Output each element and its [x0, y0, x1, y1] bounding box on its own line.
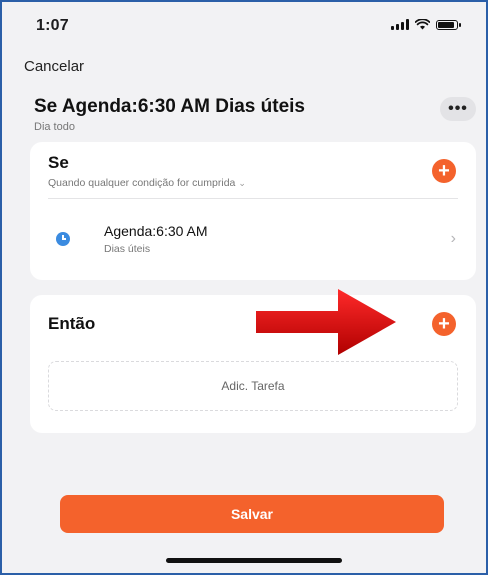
chevron-down-icon: ⌄	[238, 178, 246, 188]
if-section-title: Se	[48, 153, 69, 172]
clock-icon	[56, 232, 70, 246]
add-action-button[interactable]: +	[432, 312, 456, 336]
page-subtitle: Dia todo	[34, 121, 75, 133]
page-title: Se Agenda:6:30 AM Dias úteis	[34, 96, 306, 117]
schedule-subtitle: Dias úteis	[104, 243, 151, 255]
signal-icon	[391, 19, 409, 30]
add-condition-button[interactable]: +	[432, 159, 456, 183]
add-task-button[interactable]: Adic. Tarefa	[48, 361, 458, 411]
if-card: Se Quando qualquer condição for cumprida…	[30, 142, 476, 280]
then-card: Então + Adic. Tarefa	[30, 295, 476, 433]
status-bar: 1:07	[2, 2, 486, 46]
status-icons	[391, 19, 461, 30]
home-indicator	[166, 558, 342, 563]
wifi-icon	[415, 19, 430, 30]
cancel-button[interactable]: Cancelar	[24, 58, 84, 75]
more-options-button[interactable]: •••	[440, 97, 476, 121]
chevron-right-icon: ›	[450, 230, 456, 247]
battery-icon	[436, 19, 461, 30]
divider	[48, 198, 458, 199]
phone-screen: 1:07 Cancelar Se Agenda:6:30 AM Dias úte…	[0, 0, 488, 575]
condition-label: Quando qualquer condição for cumprida	[48, 177, 236, 189]
condition-selector[interactable]: Quando qualquer condição for cumprida ⌄	[48, 177, 246, 189]
red-arrow-icon	[256, 289, 396, 355]
then-section-title: Então	[48, 314, 96, 333]
save-button[interactable]: Salvar	[60, 495, 444, 533]
status-time: 1:07	[36, 17, 69, 34]
schedule-title: Agenda:6:30 AM	[104, 223, 208, 239]
